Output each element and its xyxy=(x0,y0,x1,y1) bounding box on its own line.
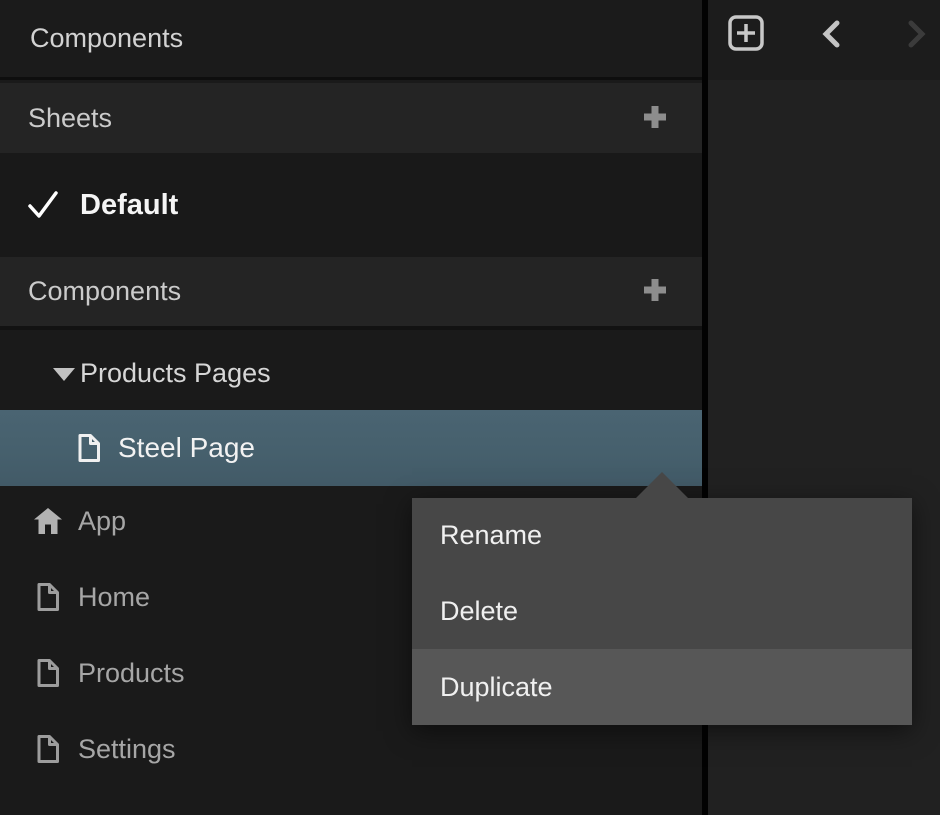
page-icon xyxy=(36,658,60,688)
tree-item-label: Home xyxy=(78,582,150,613)
sheets-section-label: Sheets xyxy=(28,103,112,134)
menu-item-delete[interactable]: Delete xyxy=(412,574,912,650)
chevron-right-icon xyxy=(903,20,929,51)
tree-group-label: Products Pages xyxy=(80,358,271,389)
menu-item-rename[interactable]: Rename xyxy=(412,498,912,574)
tree-item-label: App xyxy=(78,506,126,537)
page-icon xyxy=(36,582,60,612)
tree-group-products-pages[interactable]: Products Pages xyxy=(0,337,702,410)
tree-item-label: Settings xyxy=(78,734,176,765)
plus-icon xyxy=(642,277,668,306)
context-menu: Rename Delete Duplicate xyxy=(412,498,912,725)
tree-item-label: Products xyxy=(78,658,185,689)
sheet-item-label: Default xyxy=(80,189,178,222)
menu-item-duplicate[interactable]: Duplicate xyxy=(412,649,912,725)
plus-square-icon xyxy=(727,14,765,55)
tree-item-steel-page[interactable]: Steel Page xyxy=(0,410,702,486)
page-icon xyxy=(77,433,101,463)
sheet-item-default[interactable]: Default xyxy=(0,160,702,250)
chevron-left-icon xyxy=(819,20,845,51)
panel-title-label: Components xyxy=(30,23,183,54)
section-header-sheets: Sheets xyxy=(0,83,702,153)
add-component-button[interactable] xyxy=(642,279,668,305)
section-header-components: Components xyxy=(0,257,702,330)
tree-item-label: Steel Page xyxy=(118,432,255,464)
panel-title: Components xyxy=(0,0,702,80)
plus-icon xyxy=(642,104,668,133)
menu-arrow-icon xyxy=(636,472,688,498)
page-icon xyxy=(36,734,60,764)
add-frame-button[interactable] xyxy=(727,15,765,53)
components-section-label: Components xyxy=(28,276,181,307)
chevron-down-icon[interactable] xyxy=(52,366,76,382)
back-button[interactable] xyxy=(818,21,846,49)
home-icon xyxy=(32,505,64,537)
sheet-list: Default xyxy=(0,153,702,257)
check-icon xyxy=(27,188,59,222)
canvas-toolbar xyxy=(708,0,940,80)
add-sheet-button[interactable] xyxy=(642,105,668,131)
forward-button[interactable] xyxy=(902,21,930,49)
